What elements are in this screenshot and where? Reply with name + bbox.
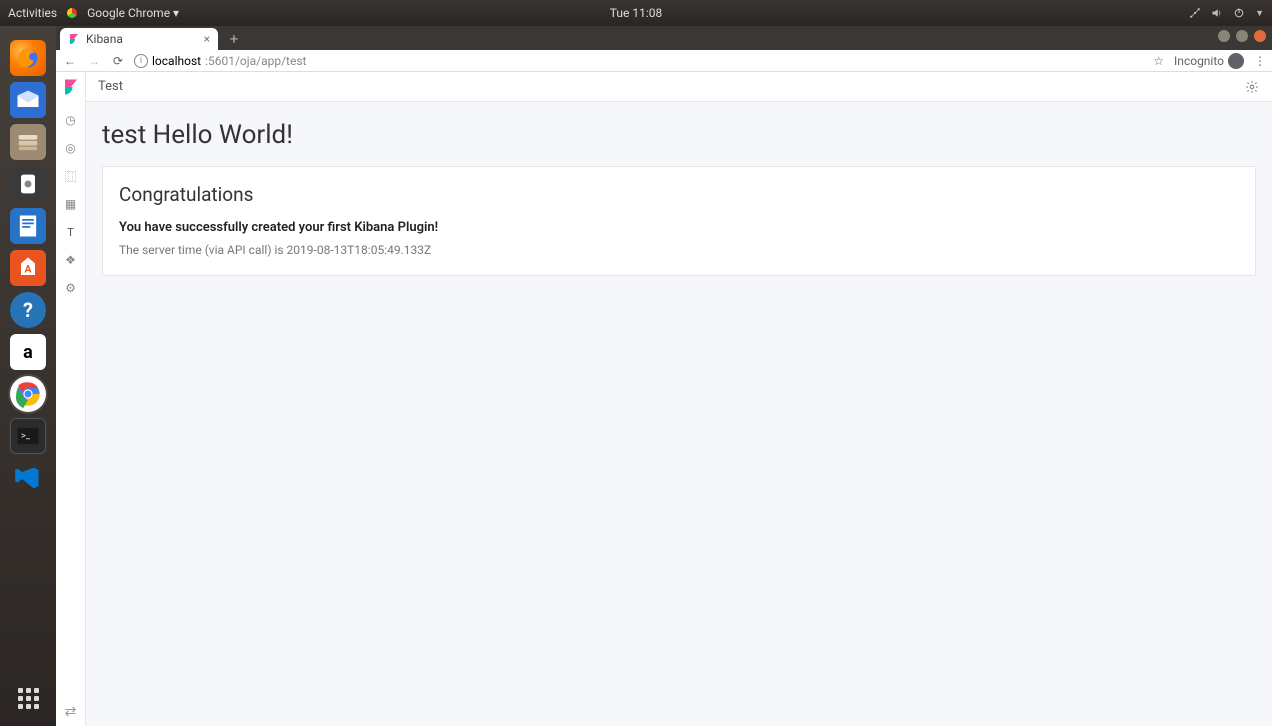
chrome-menu-button[interactable]: ⋮ — [1254, 54, 1266, 68]
panel-title: Congratulations — [119, 183, 1239, 206]
kibana-breadcrumb-bar: Test — [86, 72, 1272, 102]
new-tab-button[interactable]: + — [224, 29, 244, 49]
nav-dashboard[interactable]: ▦ — [63, 196, 79, 212]
svg-text:>_: >_ — [21, 430, 31, 441]
tab-strip: Kibana × + — [56, 26, 1272, 50]
dock-files[interactable] — [10, 124, 46, 160]
window-minimize[interactable] — [1218, 30, 1230, 42]
site-info-icon[interactable]: i — [134, 54, 148, 68]
show-applications-button[interactable] — [10, 680, 46, 716]
incognito-indicator[interactable]: Incognito — [1174, 53, 1244, 69]
dock-help[interactable]: ? — [10, 292, 46, 328]
chrome-window: Kibana × + ← → ⟳ i localhost :5601/oja/ap… — [56, 26, 1272, 726]
kibana-nav-rail: ◷ ◎ ⿲ ▦ T ❖ ⚙ ⇄ — [56, 72, 86, 726]
dock-chrome[interactable] — [10, 376, 46, 412]
nav-management[interactable]: ⚙ — [63, 280, 79, 296]
kibana-app: ◷ ◎ ⿲ ▦ T ❖ ⚙ ⇄ Test — [56, 72, 1272, 726]
nav-visualize[interactable]: ⿲ — [63, 168, 79, 184]
kibana-logo-icon — [62, 78, 80, 96]
congrats-panel: Congratulations You have successfully cr… — [102, 166, 1256, 276]
power-icon — [1233, 7, 1245, 19]
gnome-top-bar: Activities Google Chrome ▾ Tue 11:08 ▼ — [0, 0, 1272, 26]
address-bar-row: ← → ⟳ i localhost :5601/oja/app/test ☆ In… — [56, 50, 1272, 72]
address-bar[interactable]: i localhost :5601/oja/app/test — [134, 54, 1145, 68]
nav-back-button[interactable]: ← — [62, 54, 78, 68]
dock-thunderbird[interactable] — [10, 82, 46, 118]
nav-collapse-toggle[interactable]: ⇄ — [65, 704, 77, 720]
nav-recent[interactable]: ◷ — [63, 112, 79, 128]
dock-terminal[interactable]: >_ — [10, 418, 46, 454]
tab-title: Kibana — [86, 32, 123, 46]
system-indicators[interactable]: ▼ — [1189, 7, 1264, 19]
nav-test-plugin[interactable]: T — [63, 224, 79, 240]
dock-app-4[interactable] — [10, 166, 46, 202]
nav-dev-tools[interactable]: ❖ — [63, 252, 79, 268]
kibana-body: test Hello World! Congratulations You ha… — [86, 102, 1272, 726]
tab-kibana[interactable]: Kibana × — [60, 28, 218, 50]
bookmark-star-icon[interactable]: ☆ — [1153, 54, 1164, 68]
clock[interactable]: Tue 11:08 — [610, 6, 662, 20]
dock-vscode[interactable] — [10, 460, 46, 496]
kibana-logo[interactable] — [56, 72, 86, 102]
dock-amazon[interactable]: a — [10, 334, 46, 370]
window-maximize[interactable] — [1236, 30, 1248, 42]
panel-message: You have successfully created your first… — [119, 220, 1239, 235]
dock-firefox[interactable] — [10, 40, 46, 76]
kibana-main: Test test Hello World! Congratulations Y… — [86, 72, 1272, 726]
url-path: :5601/oja/app/test — [205, 54, 306, 68]
nav-discover[interactable]: ◎ — [63, 140, 79, 156]
page-title: test Hello World! — [102, 120, 1256, 150]
panel-server-time: The server time (via API call) is 2019-0… — [119, 243, 1239, 257]
volume-icon — [1211, 7, 1223, 19]
app-menu-icon — [67, 8, 77, 18]
breadcrumb[interactable]: Test — [98, 79, 123, 94]
window-close[interactable] — [1254, 30, 1266, 42]
dock-libreoffice-writer[interactable] — [10, 208, 46, 244]
kibana-favicon — [68, 33, 80, 45]
network-icon — [1189, 7, 1201, 19]
url-host: localhost — [152, 54, 201, 68]
incognito-icon — [1228, 53, 1244, 69]
tab-close-icon[interactable]: × — [204, 32, 210, 46]
gear-icon[interactable] — [1244, 79, 1260, 95]
svg-text:A: A — [24, 263, 32, 276]
activities-button[interactable]: Activities — [8, 6, 57, 20]
app-menu[interactable]: Google Chrome ▾ — [87, 6, 179, 20]
nav-forward-button[interactable]: → — [86, 54, 102, 68]
dock-ubuntu-software[interactable]: A — [10, 250, 46, 286]
nav-reload-button[interactable]: ⟳ — [110, 54, 126, 68]
chevron-down-icon: ▼ — [1255, 8, 1264, 19]
incognito-label: Incognito — [1174, 54, 1224, 68]
gnome-dock: A ? a >_ — [0, 26, 56, 726]
